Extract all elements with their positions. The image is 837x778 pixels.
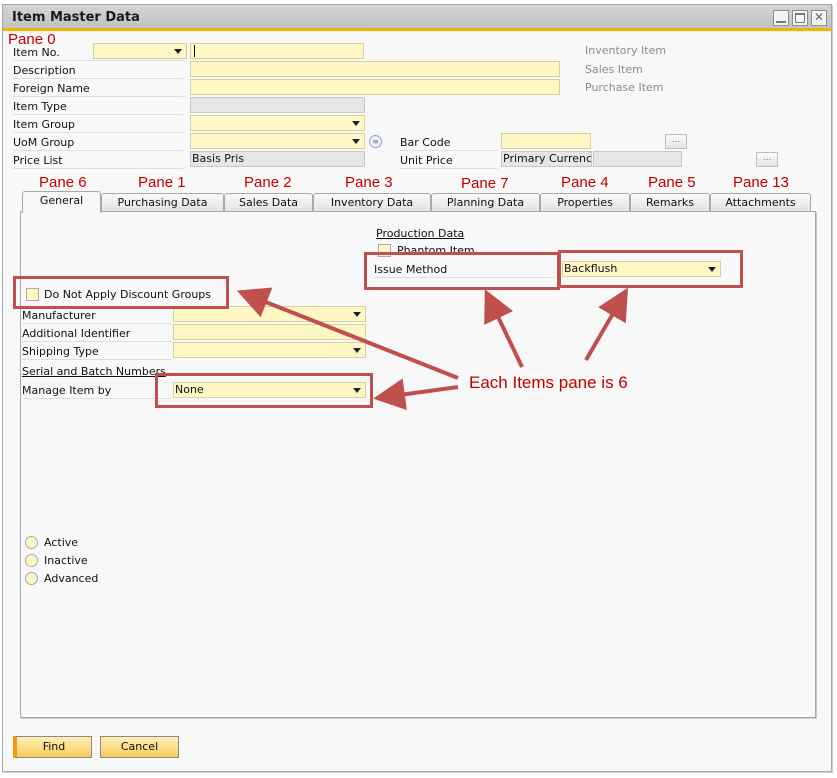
manufacturer-label: Manufacturer	[22, 308, 172, 324]
purchase-item-label: Purchase Item	[585, 81, 664, 94]
highlight-manage-item-by	[155, 373, 373, 408]
additional-identifier-input[interactable]	[173, 324, 366, 340]
shipping-type-label: Shipping Type	[22, 344, 172, 360]
item-no-series-dropdown[interactable]	[93, 43, 187, 59]
minimize-icon[interactable]	[773, 10, 789, 26]
annotation-tab-pane: Pane 4	[561, 174, 609, 191]
status-active-label: Active	[44, 536, 79, 549]
unit-price-value	[593, 151, 682, 167]
bar-code-label: Bar Code	[400, 135, 498, 151]
chevron-down-icon	[352, 121, 360, 126]
item-no-input[interactable]	[190, 43, 364, 59]
highlight-issue-method-label	[364, 252, 560, 290]
tab-remarks[interactable]: Remarks	[630, 193, 710, 212]
maximize-icon[interactable]	[792, 10, 808, 26]
item-group-label: Item Group	[13, 117, 183, 133]
annotation-tab-pane: Pane 7	[461, 175, 509, 192]
cancel-button[interactable]: Cancel	[100, 736, 179, 758]
annotation-tab-pane: Pane 13	[733, 174, 789, 191]
annotation-tab-pane: Pane 1	[138, 174, 186, 191]
status-inactive-radio[interactable]	[25, 554, 38, 567]
foreign-name-label: Foreign Name	[13, 81, 183, 97]
item-type-label: Item Type	[13, 99, 183, 115]
uom-group-label: UoM Group	[13, 135, 183, 151]
window-title: Item Master Data	[12, 10, 140, 25]
status-inactive-label: Inactive	[44, 554, 88, 567]
shipping-type-dropdown[interactable]	[173, 342, 366, 358]
inventory-item-label: Inventory Item	[585, 44, 667, 57]
description-label: Description	[13, 63, 183, 79]
close-icon[interactable]	[811, 10, 827, 26]
price-list-label: Price List	[13, 153, 183, 169]
unit-price-label: Unit Price	[400, 153, 498, 169]
uom-group-dropdown[interactable]	[190, 133, 365, 149]
tab-planning-data[interactable]: Planning Data	[431, 193, 540, 212]
foreign-name-input[interactable]	[190, 79, 560, 95]
tab-sales-data[interactable]: Sales Data	[224, 193, 313, 212]
annotation-tab-pane: Pane 2	[244, 174, 292, 191]
tab-purchasing-data[interactable]: Purchasing Data	[101, 193, 224, 212]
status-active-radio[interactable]	[25, 536, 38, 549]
highlight-discount-groups	[13, 276, 229, 309]
tab-properties[interactable]: Properties	[540, 193, 630, 212]
uom-details-icon[interactable]: ≡	[369, 135, 382, 148]
production-data-heading: Production Data	[376, 227, 465, 240]
highlight-issue-method-value	[558, 250, 743, 288]
additional-identifier-label: Additional Identifier	[22, 326, 172, 342]
annotation-tab-pane: Pane 5	[648, 174, 696, 191]
manage-item-by-label: Manage Item by	[22, 383, 172, 399]
annotation-callout: Each Items pane is 6	[469, 373, 628, 392]
find-button[interactable]: Find	[13, 736, 92, 758]
description-input[interactable]	[190, 61, 560, 77]
annotation-tab-pane: Pane 3	[345, 174, 393, 191]
status-advanced-label: Advanced	[44, 572, 99, 585]
price-list-field[interactable]: Basis Pris	[190, 151, 365, 167]
unit-price-currency[interactable]: Primary Currenc	[501, 151, 592, 167]
chevron-down-icon	[353, 312, 361, 317]
sales-item-label: Sales Item	[585, 63, 643, 76]
text-caret	[194, 45, 195, 57]
tab-attachments[interactable]: Attachments	[710, 193, 811, 212]
serial-batch-heading: Serial and Batch Numbers	[22, 365, 166, 378]
chevron-down-icon	[174, 49, 182, 54]
item-group-dropdown[interactable]	[190, 115, 365, 131]
bar-code-input[interactable]	[501, 133, 591, 149]
item-type-field	[190, 97, 365, 113]
status-advanced-radio[interactable]	[25, 572, 38, 585]
tab-general[interactable]: General	[22, 191, 101, 213]
unit-price-browse-button[interactable]: ...	[756, 152, 778, 167]
tab-inventory-data[interactable]: Inventory Data	[313, 193, 431, 212]
annotation-tab-pane: Pane 6	[39, 174, 87, 191]
chevron-down-icon	[352, 139, 360, 144]
bar-code-browse-button[interactable]: ...	[665, 134, 687, 149]
title-bar: Item Master Data	[3, 5, 831, 31]
chevron-down-icon	[353, 348, 361, 353]
